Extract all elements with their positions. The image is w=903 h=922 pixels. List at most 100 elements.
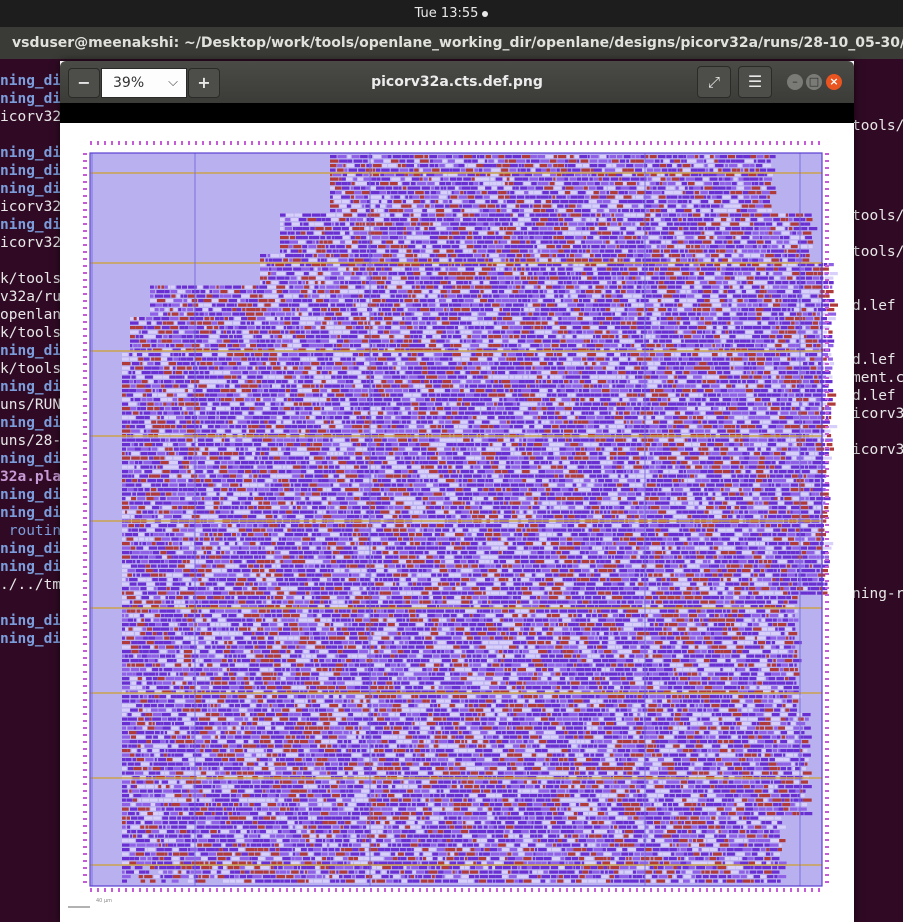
std-cell (303, 362, 311, 366)
std-cell (697, 371, 707, 375)
std-cell (345, 303, 353, 307)
std-cell (762, 164, 772, 168)
std-cell (692, 353, 698, 357)
std-cell (358, 182, 367, 186)
std-cell (592, 276, 597, 280)
std-cell (457, 375, 465, 379)
std-cell (306, 281, 309, 285)
std-cell (605, 357, 610, 361)
std-cell (175, 375, 182, 379)
std-cell (594, 357, 597, 361)
std-cell (370, 321, 374, 325)
std-cell (334, 330, 342, 334)
std-cell (595, 339, 598, 343)
std-cell (530, 204, 533, 208)
std-cell (533, 209, 540, 213)
std-cell (685, 276, 688, 280)
std-cell (175, 380, 184, 384)
std-cell (184, 326, 189, 330)
std-cell (415, 240, 422, 244)
std-cell (483, 182, 490, 186)
std-cell (148, 330, 157, 334)
std-cell (162, 353, 171, 357)
fullscreen-button[interactable]: ⤢ (697, 66, 731, 98)
std-cell (651, 335, 655, 339)
std-cell (382, 276, 387, 280)
std-cell (628, 299, 636, 303)
std-cell (501, 168, 509, 172)
minimize-button[interactable]: – (787, 74, 803, 90)
std-cell (412, 294, 416, 298)
menu-button[interactable]: ☰ (738, 66, 772, 98)
std-cell (807, 312, 812, 316)
std-cell (288, 380, 294, 384)
std-cell (386, 204, 393, 208)
std-cell (364, 353, 370, 357)
std-cell (704, 164, 708, 168)
std-cell (568, 371, 573, 375)
std-cell (424, 380, 429, 384)
std-cell (606, 155, 609, 159)
std-cell (311, 213, 321, 217)
image-viewer-window[interactable]: − 39% ⌵ + picorv32a.cts.def.png ⤢ ☰ – □ … (60, 61, 854, 922)
std-cell (771, 240, 777, 244)
std-cell (339, 285, 348, 289)
std-cell (646, 249, 649, 253)
std-cell (615, 168, 623, 172)
std-cell (143, 362, 147, 366)
maximize-button[interactable]: □ (806, 74, 822, 90)
std-cell (670, 195, 678, 199)
std-cell (429, 276, 436, 280)
std-cell (565, 290, 570, 294)
std-cell (262, 281, 266, 285)
std-cell (388, 164, 397, 168)
std-cell (723, 281, 728, 285)
std-cell (301, 344, 309, 348)
std-cell (609, 258, 614, 262)
std-cell (773, 362, 780, 366)
std-cell (467, 258, 477, 262)
close-button[interactable]: × (826, 74, 842, 90)
std-cell (757, 366, 765, 370)
std-cell (532, 366, 535, 370)
std-cell (743, 321, 753, 325)
std-cell (650, 222, 659, 226)
std-cell (680, 290, 686, 294)
std-cell (675, 186, 679, 190)
std-cell (741, 308, 749, 312)
std-cell (589, 312, 599, 316)
std-cell (596, 317, 605, 321)
std-cell (749, 375, 753, 379)
std-cell (594, 254, 601, 258)
std-cell (707, 362, 713, 366)
std-cell (682, 276, 685, 280)
std-cell (580, 321, 590, 325)
std-cell (178, 308, 182, 312)
std-cell (686, 245, 691, 249)
std-cell (360, 231, 368, 235)
std-cell (508, 267, 513, 271)
std-cell (598, 326, 603, 330)
std-cell (370, 312, 374, 316)
std-cell (505, 258, 509, 262)
std-cell (204, 375, 210, 379)
std-cell (359, 249, 367, 253)
std-cell (348, 168, 357, 172)
std-cell (733, 344, 736, 348)
std-cell (715, 276, 724, 280)
std-cell (453, 308, 461, 312)
std-cell (612, 371, 618, 375)
std-cell (557, 231, 563, 235)
clock[interactable]: Tue 13:55 (415, 6, 479, 21)
std-cell (690, 222, 698, 226)
std-cell (488, 353, 493, 357)
std-cell (242, 371, 249, 375)
std-cell (629, 191, 636, 195)
image-canvas[interactable]: 40 µm (60, 123, 854, 922)
std-cell (162, 375, 170, 379)
std-cell (314, 285, 319, 289)
std-cell (288, 353, 298, 357)
std-cell (527, 186, 535, 190)
std-cell (510, 213, 513, 217)
std-cell (441, 168, 450, 172)
